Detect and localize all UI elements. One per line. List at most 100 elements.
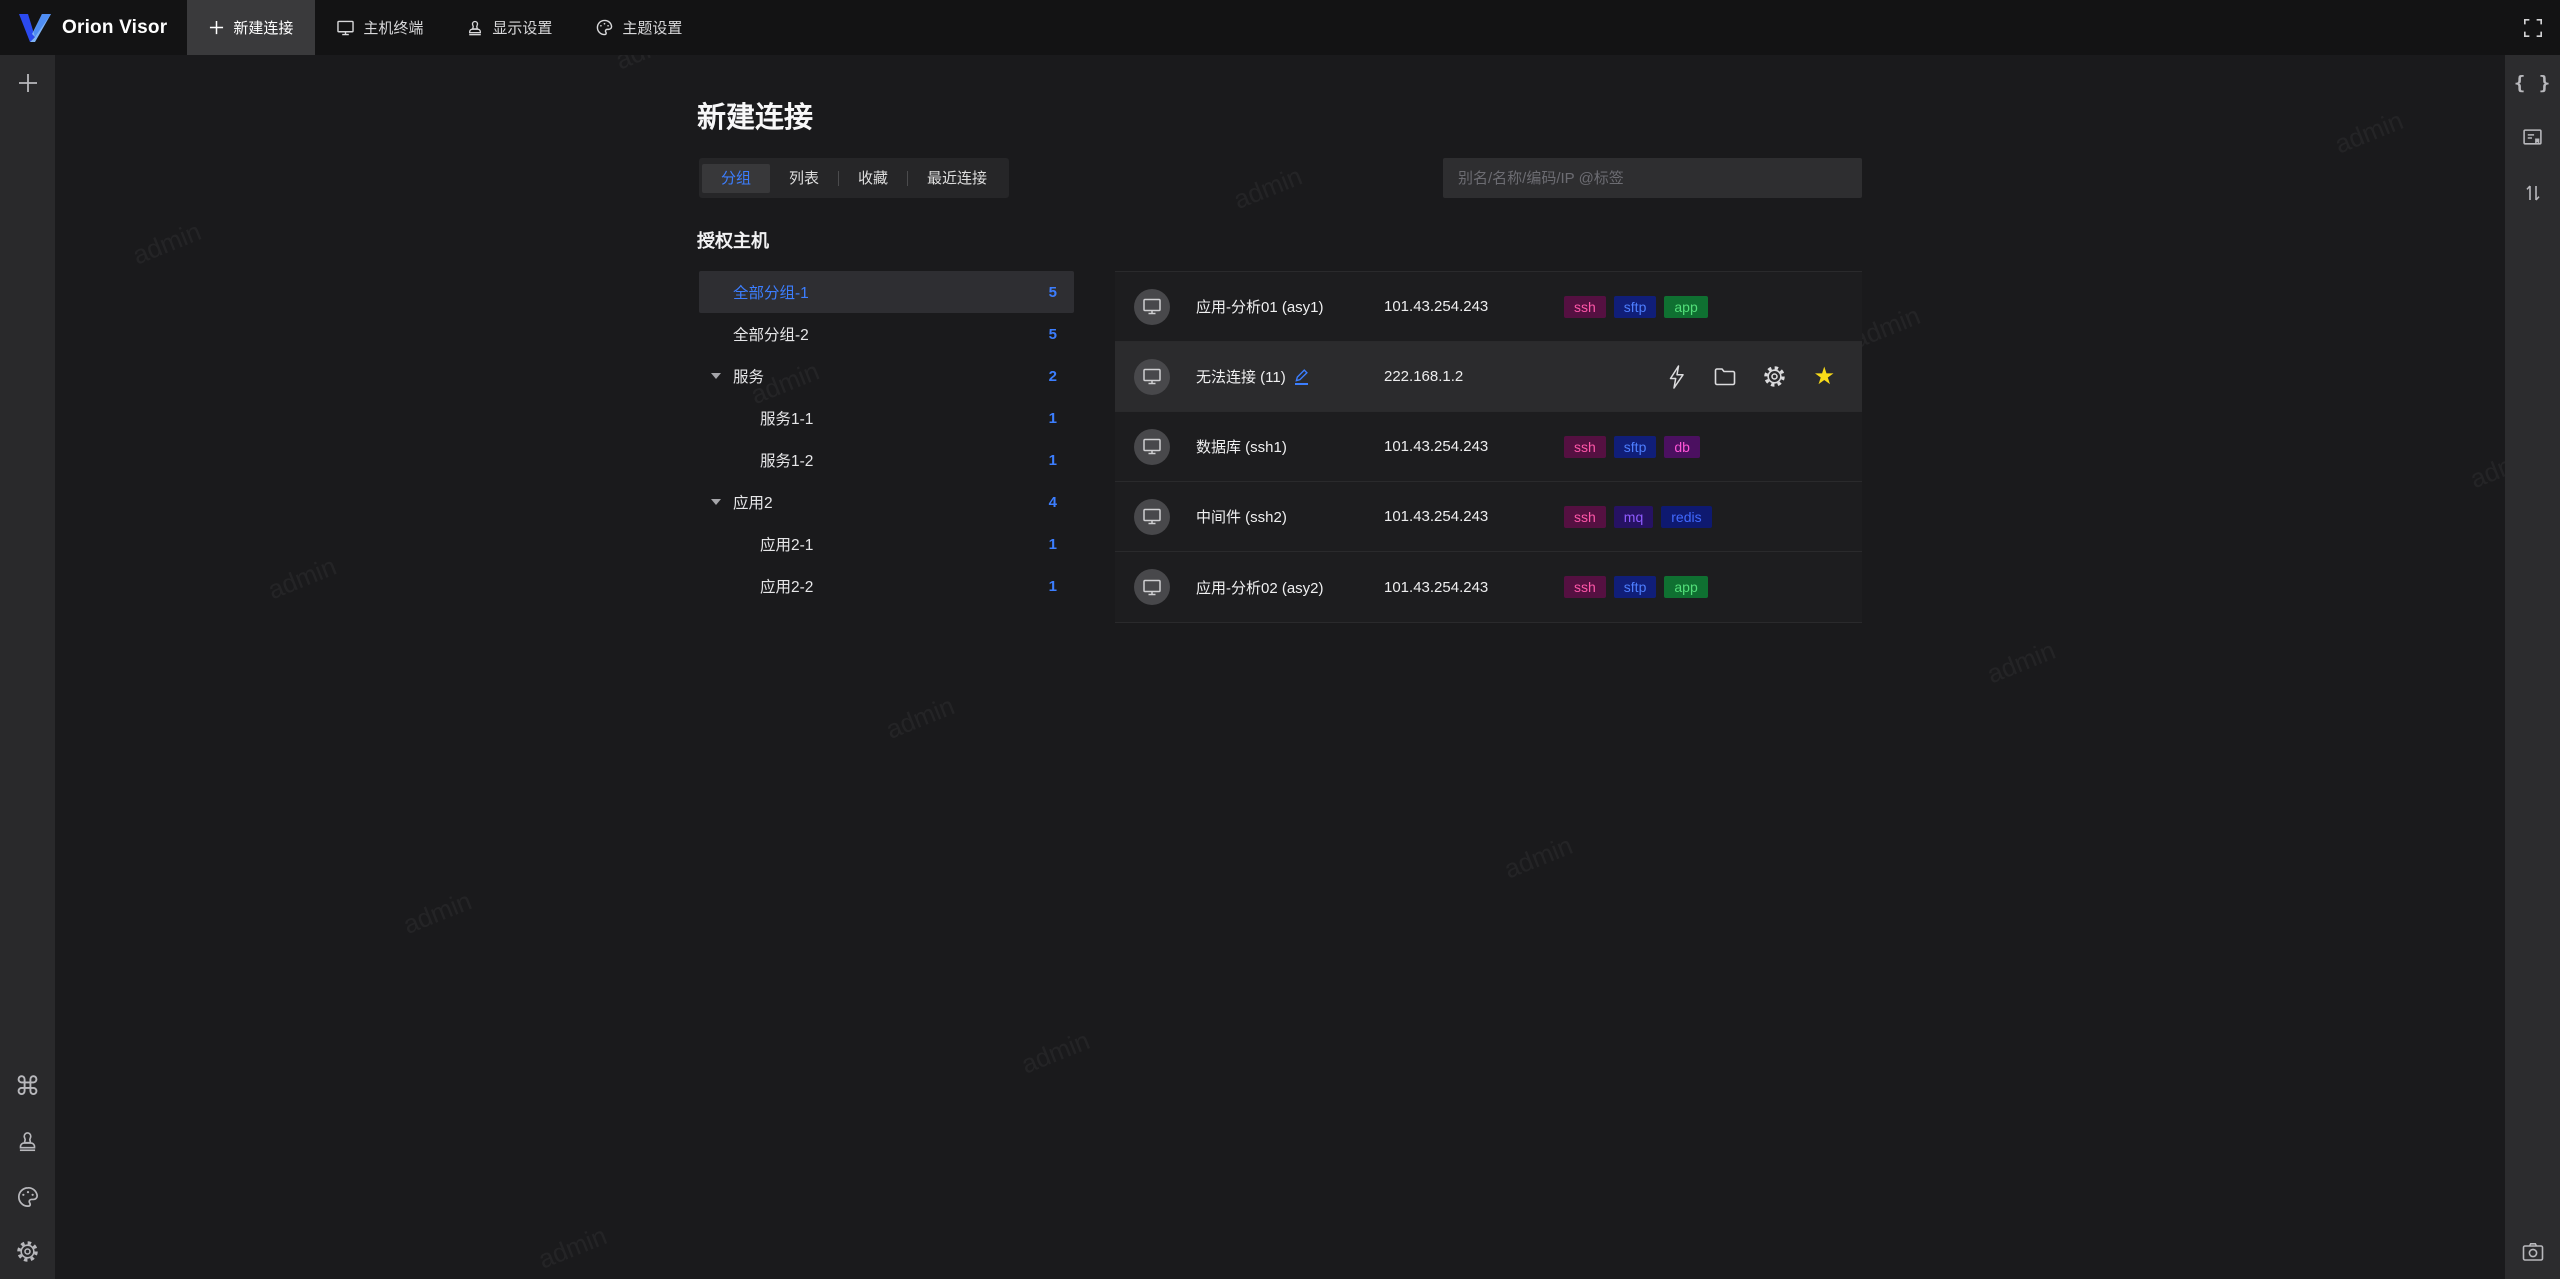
tag-badge: db <box>1664 435 1700 458</box>
monitor-icon <box>1143 579 1161 595</box>
plus-icon <box>210 20 224 35</box>
monitor-icon <box>1143 368 1161 385</box>
expand-arrow-icon[interactable] <box>711 499 721 505</box>
plus-icon <box>18 73 37 92</box>
right-toolbar-spacer <box>2505 220 2560 1224</box>
tag-badge: ssh <box>1564 576 1606 598</box>
bookmark-document-button[interactable] <box>2505 110 2560 165</box>
theme-settings-button[interactable] <box>0 1169 55 1224</box>
tree-item[interactable]: 全部分组-1 5 <box>699 271 1074 313</box>
fullscreen-button[interactable] <box>2505 0 2560 55</box>
host-row[interactable]: 应用-分析01 (asy1) 101.43.254.243 ssh sftp a… <box>1115 272 1862 342</box>
tree-item[interactable]: 应用2 4 <box>699 481 1074 523</box>
main-content: 新建连接 分组 列表 收藏 最近连接 授权主机 全部分组-1 5 全部分组-2 … <box>55 55 2505 1279</box>
nav-tab-display-settings[interactable]: 显示设置 <box>445 0 574 55</box>
gear-icon <box>17 1241 38 1262</box>
host-count-badge: 1 <box>1048 409 1057 427</box>
tag-badge: ssh <box>1564 295 1606 318</box>
sort-arrows-icon <box>2525 184 2540 201</box>
monitor-icon <box>1143 438 1161 455</box>
host-count-badge: 5 <box>1048 283 1057 301</box>
folder-icon <box>1715 368 1736 386</box>
nav-tab-new-connection[interactable]: 新建连接 <box>187 0 316 55</box>
camera-icon <box>2522 1242 2543 1261</box>
host-list: 应用-分析01 (asy1) 101.43.254.243 ssh sftp a… <box>1115 271 1862 623</box>
host-row[interactable]: 数据库 (ssh1) 101.43.254.243 ssh sftp db <box>1115 412 1862 482</box>
page-title: 新建连接 <box>697 102 814 134</box>
lightning-icon <box>1670 364 1685 389</box>
tree-item[interactable]: 应用2-1 1 <box>699 523 1074 565</box>
view-mode-tabs: 分组 列表 收藏 最近连接 <box>699 158 1010 198</box>
sort-order-button[interactable] <box>2505 165 2560 220</box>
view-tab-list[interactable]: 列表 <box>770 164 838 193</box>
tree-item[interactable]: 全部分组-2 5 <box>699 313 1074 355</box>
stamp-icon <box>19 1132 36 1152</box>
host-row[interactable]: 中间件 (ssh2) 101.43.254.243 ssh mq redis <box>1115 482 1862 552</box>
view-tab-recent[interactable]: 最近连接 <box>908 164 1006 193</box>
fullscreen-icon <box>2523 18 2542 37</box>
host-row[interactable]: 应用-分析02 (asy2) 101.43.254.243 ssh sftp a… <box>1115 552 1862 622</box>
app-logo[interactable]: Orion Visor <box>0 0 187 55</box>
tag-badge: mq <box>1613 505 1654 528</box>
new-connection-plus-button[interactable] <box>0 55 55 110</box>
tree-item[interactable]: 服务 2 <box>699 355 1074 397</box>
command-shortcuts-button[interactable] <box>0 1059 55 1114</box>
tag-badge: redis <box>1661 505 1712 528</box>
settings-gear-button[interactable] <box>0 1224 55 1279</box>
tree-item[interactable]: 应用2-2 1 <box>699 565 1074 607</box>
host-ip: 101.43.254.243 <box>1384 438 1489 455</box>
palette-icon <box>17 1186 38 1207</box>
left-toolbar <box>0 55 55 1279</box>
tag-badge: app <box>1664 576 1708 598</box>
edit-name-button[interactable] <box>1294 368 1308 385</box>
right-toolbar <box>2505 55 2560 1279</box>
host-avatar <box>1134 358 1170 395</box>
view-tab-favorites[interactable]: 收藏 <box>839 164 907 193</box>
host-name: 中间件 (ssh2) <box>1196 509 1287 526</box>
host-tags: ssh mq redis <box>1564 505 1712 528</box>
host-tags: ssh sftp app <box>1564 576 1708 598</box>
host-count-badge: 1 <box>1048 451 1057 469</box>
sftp-folder-button[interactable] <box>1714 367 1736 386</box>
host-search-input[interactable] <box>1443 158 1862 198</box>
host-ip: 101.43.254.243 <box>1384 578 1489 596</box>
host-settings-button[interactable] <box>1763 365 1786 388</box>
tag-badge: sftp <box>1613 435 1657 458</box>
stamp-icon <box>469 20 482 35</box>
screenshot-camera-button[interactable] <box>2505 1224 2560 1279</box>
view-tab-group[interactable]: 分组 <box>702 163 771 193</box>
display-settings-button[interactable] <box>0 1114 55 1169</box>
host-avatar <box>1134 428 1170 465</box>
json-config-button[interactable] <box>2505 55 2560 110</box>
monitor-icon <box>1143 298 1161 315</box>
host-count-badge: 1 <box>1048 535 1057 553</box>
palette-icon <box>597 19 613 36</box>
expand-arrow-icon[interactable] <box>711 373 721 379</box>
nav-tab-theme-settings[interactable]: 主题设置 <box>574 0 704 55</box>
nav-tab-host-terminal[interactable]: 主机终端 <box>315 0 445 55</box>
host-row[interactable]: 无法连接 (11) 222.168.1.2 <box>1115 342 1862 412</box>
tree-item[interactable]: 服务1-2 1 <box>699 439 1074 481</box>
main-nav: 新建连接 主机终端 显示设置 主题设置 <box>187 0 704 55</box>
host-ip: 101.43.254.243 <box>1384 298 1489 315</box>
host-ip: 222.168.1.2 <box>1384 368 1464 385</box>
favorite-star-button[interactable] <box>1813 365 1835 389</box>
tag-badge: ssh <box>1564 505 1606 528</box>
monitor-icon <box>337 20 355 35</box>
tree-item[interactable]: 服务1-1 1 <box>699 397 1074 439</box>
document-bookmark-icon <box>2523 129 2542 145</box>
host-tags: ssh sftp db <box>1564 435 1700 458</box>
host-count-badge: 1 <box>1048 577 1057 595</box>
host-avatar <box>1134 288 1170 325</box>
host-name: 数据库 (ssh1) <box>1196 439 1287 456</box>
monitor-icon <box>1143 508 1161 525</box>
host-name: 应用-分析02 (asy2) <box>1196 579 1324 597</box>
group-tree: 全部分组-1 5 全部分组-2 5 服务 2 服务1-1 1 服务1-2 1 应… <box>699 271 1074 607</box>
host-name: 应用-分析01 (asy1) <box>1196 299 1324 316</box>
app-title: Orion Visor <box>62 16 168 38</box>
host-row-actions <box>1666 364 1862 389</box>
host-avatar <box>1134 569 1170 605</box>
terminal-connect-button[interactable] <box>1666 364 1687 389</box>
top-bar: Orion Visor 新建连接 主机终端 显示设置 主题设置 <box>0 0 2560 55</box>
tree-section-title: 授权主机 <box>697 231 769 251</box>
